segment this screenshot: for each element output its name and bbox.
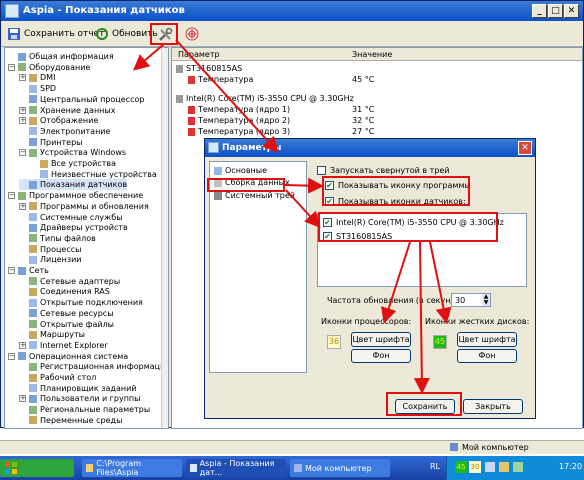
system-tray: 45 30 17:20 <box>446 456 584 480</box>
my-computer-icon <box>294 464 302 472</box>
arrow-to-save <box>413 241 430 394</box>
language-indicator[interactable]: RL <box>430 462 440 471</box>
status-bar: Мой компьютер <box>0 440 584 454</box>
taskbar-item-computer[interactable]: Мой компьютер <box>290 459 390 477</box>
windows-logo-icon <box>4 461 18 475</box>
taskbar-item-aspia-label: Aspia - Показания дат... <box>199 459 275 477</box>
taskbar-item-folder[interactable]: C:\Program Files\Aspia <box>82 459 182 477</box>
status-text: Мой компьютер <box>462 443 529 452</box>
tray-disk-temp[interactable]: 45 <box>455 461 467 473</box>
aspia-icon <box>190 464 197 472</box>
taskbar-item-computer-label: Мой компьютер <box>305 463 372 473</box>
clock[interactable]: 17:20 <box>559 462 582 471</box>
tray-volume-icon[interactable] <box>499 462 509 472</box>
taskbar-item-aspia[interactable]: Aspia - Показания дат... <box>186 459 286 477</box>
tray-network-icon[interactable] <box>485 462 495 472</box>
arrow-to-dialog <box>175 39 279 153</box>
start-button[interactable] <box>0 459 74 477</box>
arrow-to-disk-icons <box>429 241 452 324</box>
tray-cpu-temp[interactable]: 30 <box>469 461 481 473</box>
computer-icon <box>450 443 458 451</box>
taskbar: C:\Program Files\Aspia Aspia - Показания… <box>0 456 584 480</box>
arrow-to-sensor-list <box>285 189 321 228</box>
arrow-to-tray-options <box>284 177 324 194</box>
arrow-to-cpu-icons <box>381 241 411 324</box>
arrow-to-tree <box>132 43 165 71</box>
folder-icon <box>86 464 94 472</box>
tray-security-icon[interactable] <box>513 462 523 472</box>
annotation-arrows <box>132 39 452 394</box>
taskbar-item-folder-label: C:\Program Files\Aspia <box>96 459 142 477</box>
